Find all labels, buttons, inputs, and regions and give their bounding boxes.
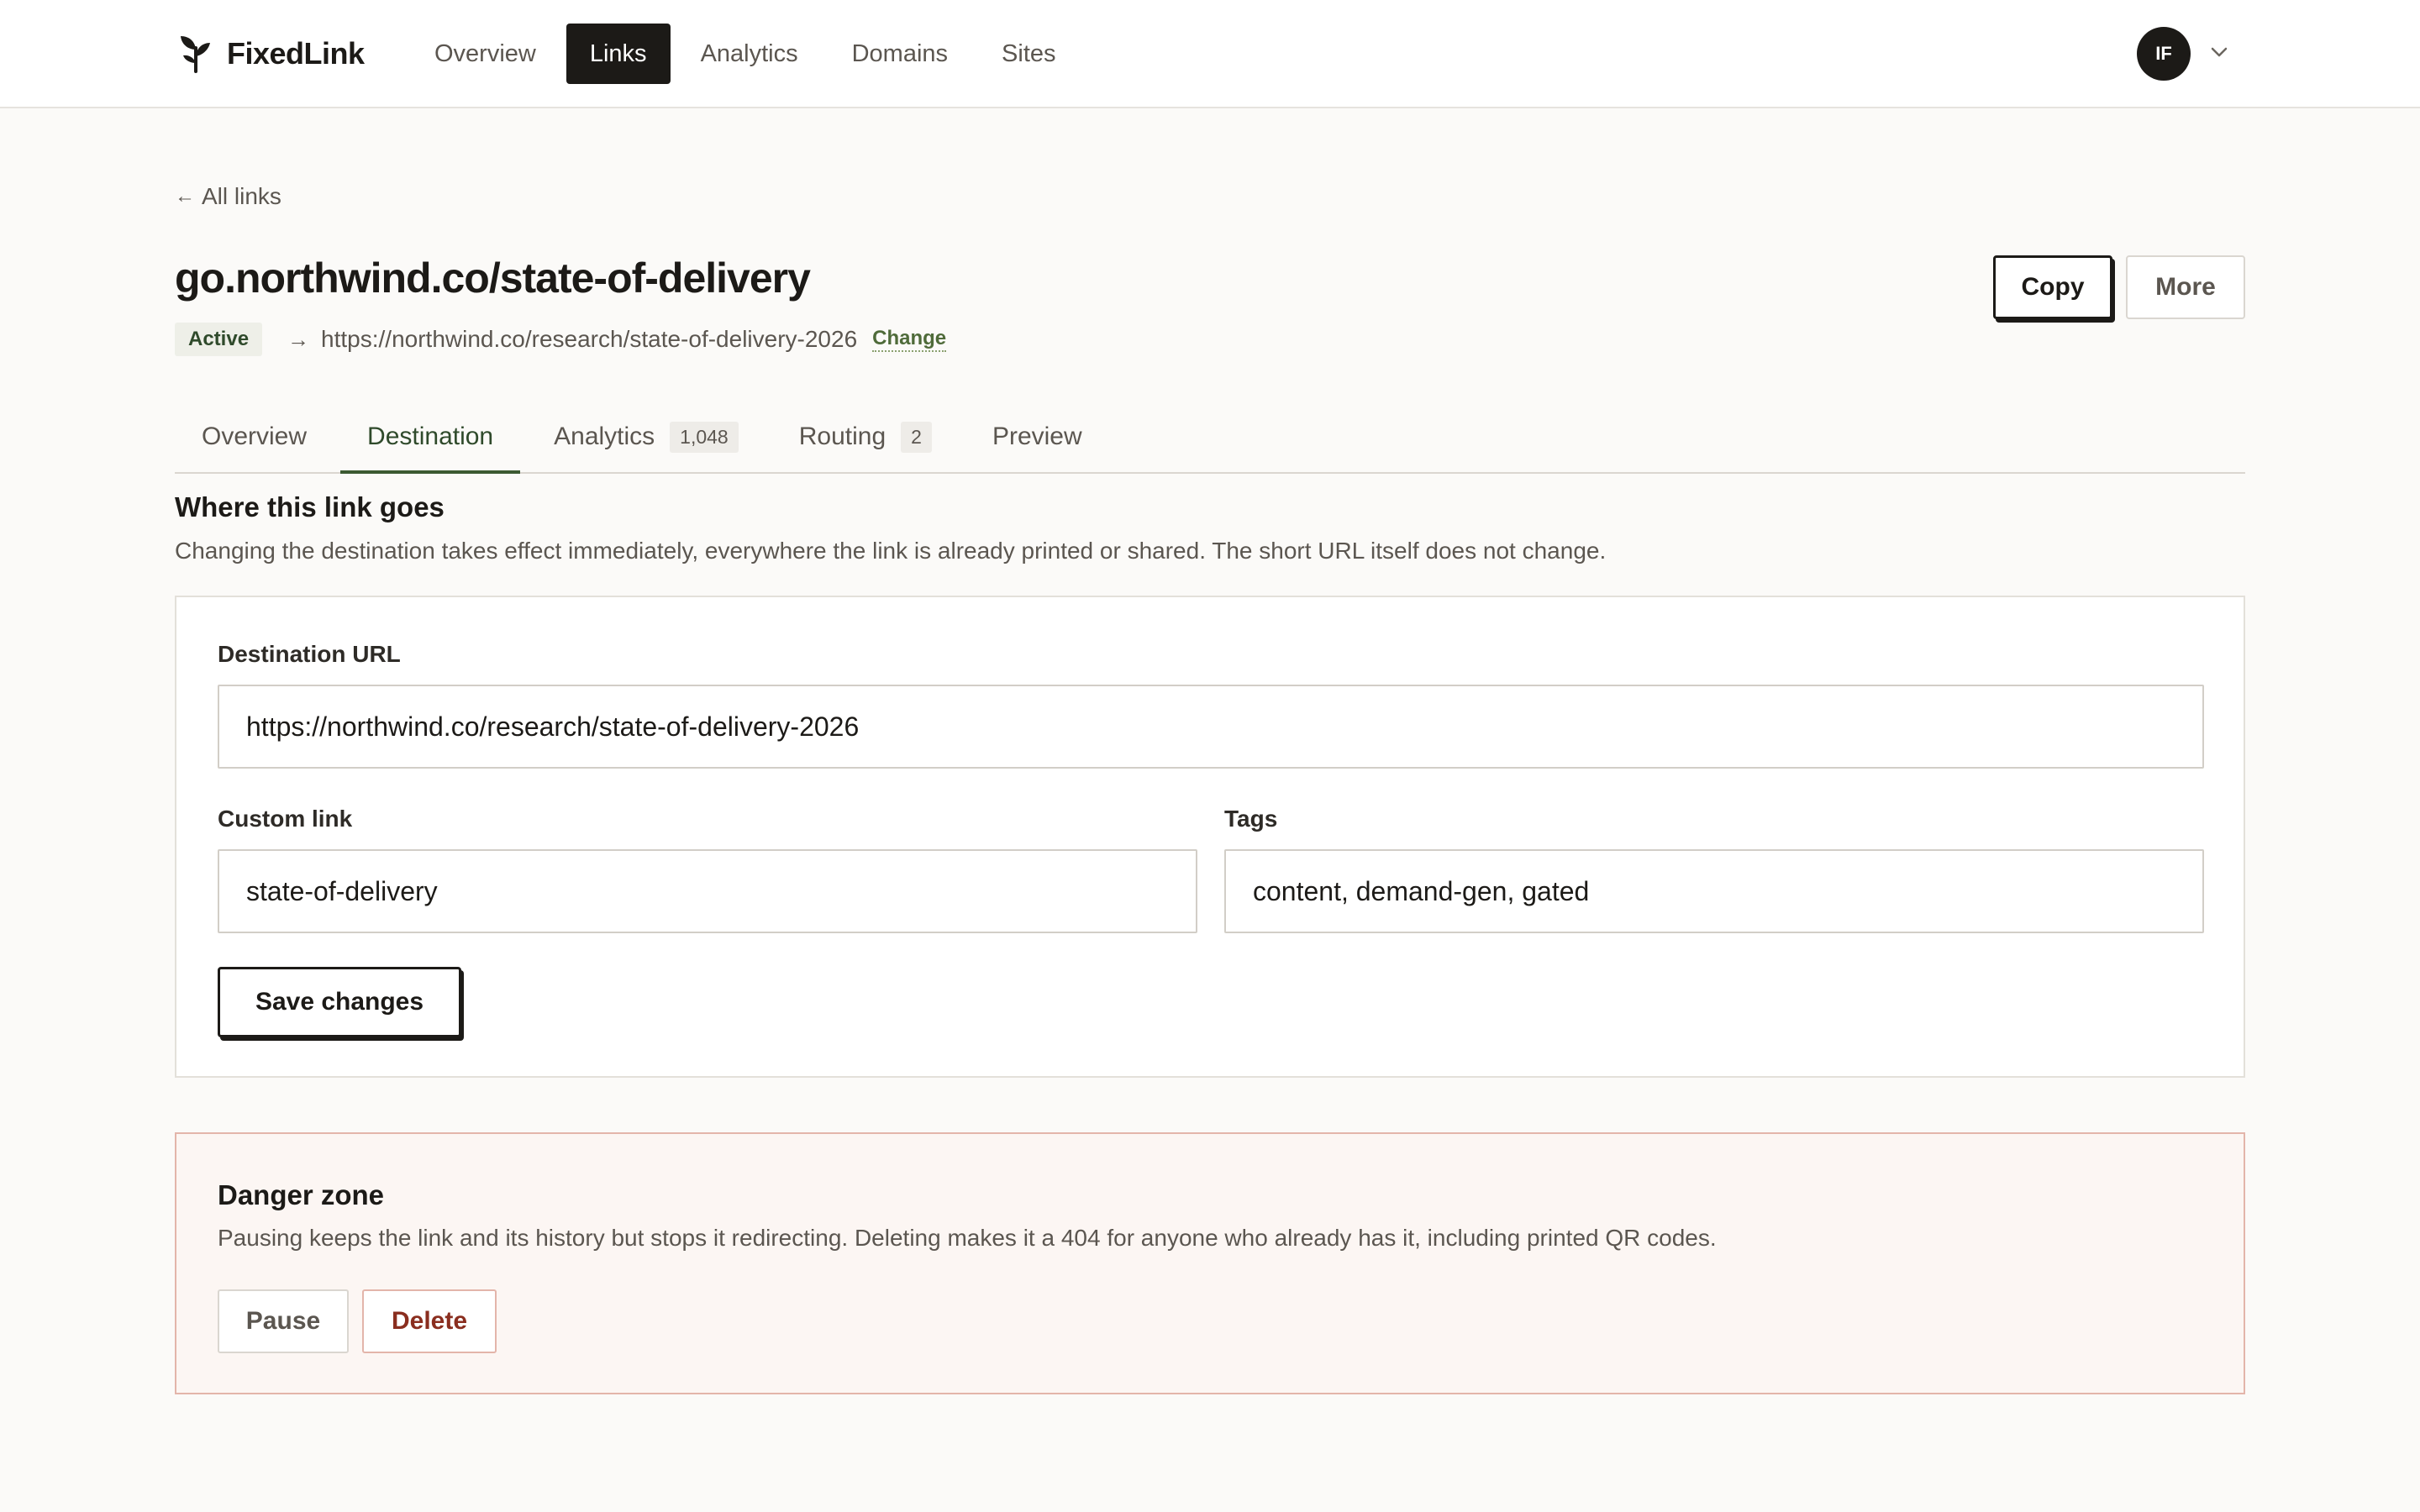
custom-link-label: Custom link <box>218 806 353 832</box>
tab-overview[interactable]: Overview <box>175 402 334 472</box>
section-description: Changing the destination takes effect im… <box>175 538 1607 564</box>
destination-url-input[interactable] <box>218 685 2204 769</box>
section-title: Where this link goes <box>175 491 445 522</box>
custom-link-input[interactable] <box>218 849 1197 933</box>
tab-count-badge: 1,048 <box>670 421 739 453</box>
tab-routing[interactable]: Routing 2 <box>772 402 959 472</box>
tab-label: Preview <box>992 423 1082 450</box>
tab-count-badge: 2 <box>901 421 932 453</box>
back-link-label: All links <box>202 183 281 209</box>
tags-label: Tags <box>1224 806 1278 832</box>
avatar[interactable]: IF <box>2137 27 2191 81</box>
nav-item-analytics[interactable]: Analytics <box>677 24 822 84</box>
tab-analytics[interactable]: Analytics 1,048 <box>527 402 765 472</box>
nav-item-links[interactable]: Links <box>566 24 671 84</box>
tab-label: Overview <box>202 423 308 450</box>
arrow-right-icon: → <box>287 326 310 352</box>
danger-zone-title: Danger zone <box>218 1179 385 1210</box>
chevron-down-icon <box>2210 46 2228 62</box>
danger-zone-description: Pausing keeps the link and its history b… <box>218 1225 1717 1251</box>
arrow-left-icon: ← <box>175 185 195 207</box>
tab-preview[interactable]: Preview <box>965 402 1109 472</box>
nav-item-sites[interactable]: Sites <box>978 24 1079 84</box>
nav-item-overview[interactable]: Overview <box>411 24 560 84</box>
brand-name: FixedLink <box>227 36 365 71</box>
save-changes-button[interactable]: Save changes <box>218 967 461 1037</box>
sprout-icon <box>176 31 215 77</box>
status-badge: Active <box>175 323 263 356</box>
tab-label: Routing <box>798 423 886 450</box>
back-to-all-links[interactable]: ← All links <box>175 183 281 210</box>
top-navigation-bar: FixedLink Overview Links Analytics Domai… <box>0 0 2420 108</box>
change-destination-link[interactable]: Change <box>872 327 947 352</box>
pause-button[interactable]: Pause <box>218 1289 349 1353</box>
account-menu-toggle[interactable] <box>2205 39 2233 68</box>
more-button[interactable]: More <box>2126 255 2245 319</box>
delete-button[interactable]: Delete <box>362 1289 497 1353</box>
destination-url-text: https://northwind.co/research/state-of-d… <box>321 326 858 352</box>
tags-input[interactable] <box>1224 849 2204 933</box>
link-tabs: Overview Destination Analytics 1,048 Rou… <box>175 402 2245 474</box>
tab-label: Analytics <box>554 423 655 450</box>
link-meta: Active → https://northwind.co/research/s… <box>175 323 947 356</box>
destination-form-card: Destination URL Custom link Tags Save ch… <box>175 596 2245 1078</box>
page-title: go.northwind.co/state-of-delivery <box>175 255 811 302</box>
copy-button[interactable]: Copy <box>1993 255 2112 319</box>
brand[interactable]: FixedLink <box>176 30 365 77</box>
tab-label: Destination <box>367 423 494 450</box>
nav-item-domains[interactable]: Domains <box>829 24 971 84</box>
tab-destination[interactable]: Destination <box>340 402 521 474</box>
destination-url-label: Destination URL <box>218 641 401 667</box>
danger-zone: Danger zone Pausing keeps the link and i… <box>175 1132 2245 1394</box>
main-nav: Overview Links Analytics Domains Sites <box>411 24 1080 84</box>
